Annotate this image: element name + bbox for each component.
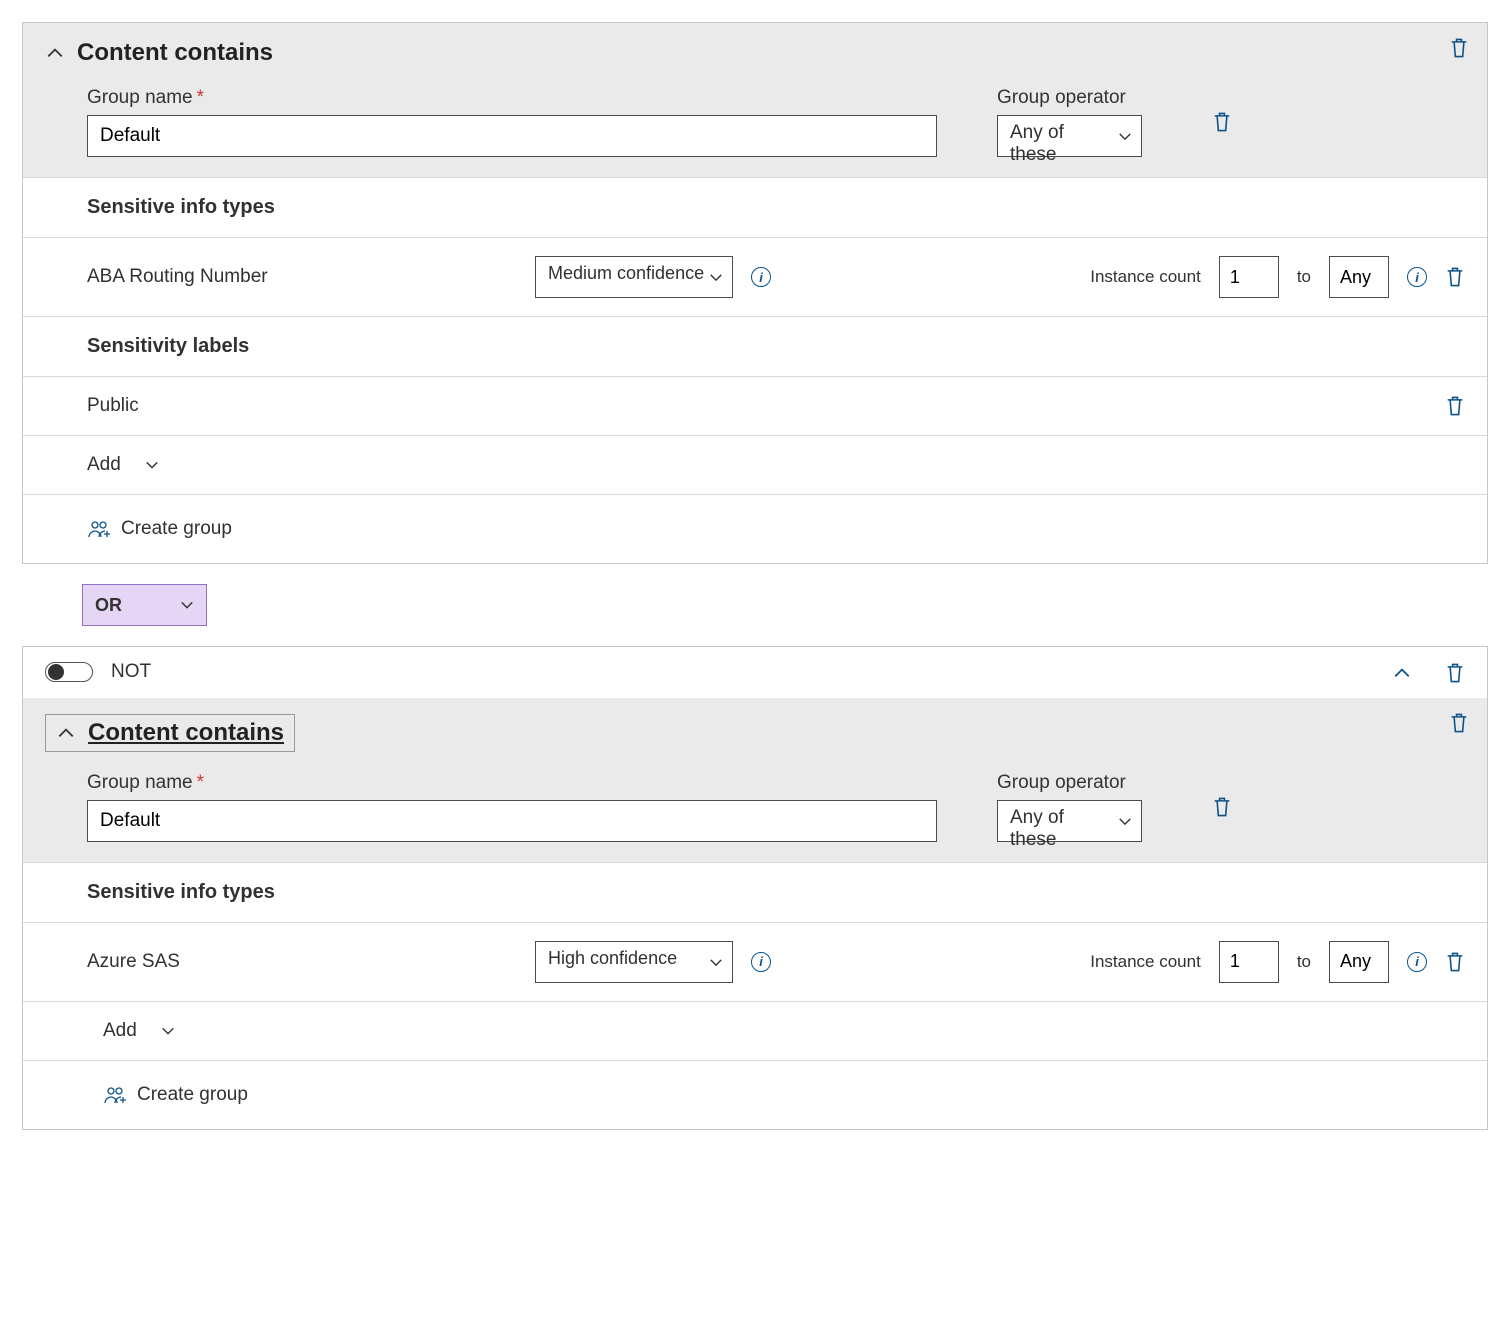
- instance-count-label: Instance count: [1090, 952, 1201, 972]
- add-label: Add: [103, 1020, 137, 1042]
- create-group-icon: [87, 517, 111, 541]
- condition-group-1: Content contains Group name* Group opera…: [22, 22, 1488, 564]
- group-operator-label: Group operator: [997, 772, 1142, 794]
- delete-row-icon[interactable]: [1445, 266, 1465, 288]
- sit-name: ABA Routing Number: [87, 266, 517, 288]
- delete-row-icon[interactable]: [1445, 395, 1465, 417]
- add-label: Add: [87, 454, 121, 476]
- group-name-label: Group name*: [87, 772, 937, 794]
- collapse-toggle[interactable]: [1393, 662, 1411, 683]
- not-row: NOT: [22, 646, 1488, 697]
- group-name-label: Group name*: [87, 87, 937, 109]
- group-name-field: Group name*: [87, 772, 937, 842]
- delete-group-icon[interactable]: [1449, 712, 1469, 734]
- confidence-select[interactable]: Medium confidence: [535, 256, 733, 298]
- delete-group-icon[interactable]: [1445, 661, 1465, 683]
- delete-subgroup-icon[interactable]: [1212, 111, 1232, 133]
- sens-header-label: Sensitivity labels: [87, 335, 249, 358]
- to-label: to: [1297, 267, 1311, 287]
- instance-count-label: Instance count: [1090, 267, 1201, 287]
- group1-header: Content contains Group name* Group opera…: [23, 23, 1487, 177]
- add-dropdown[interactable]: Add: [23, 1001, 1487, 1060]
- sens-header-row: Sensitivity labels: [23, 316, 1487, 376]
- instance-from-input[interactable]: [1219, 941, 1279, 983]
- group1-title: Content contains: [77, 39, 273, 67]
- create-group-label: Create group: [121, 518, 232, 540]
- instance-from-input[interactable]: [1219, 256, 1279, 298]
- create-group-button[interactable]: Create group: [23, 1060, 1487, 1129]
- create-group-icon: [103, 1083, 127, 1107]
- create-group-button[interactable]: Create group: [23, 494, 1487, 563]
- sit-header-row: Sensitive info types: [23, 177, 1487, 237]
- info-icon[interactable]: i: [751, 267, 771, 287]
- delete-subgroup-icon[interactable]: [1212, 795, 1232, 817]
- info-icon[interactable]: i: [1407, 267, 1427, 287]
- sens-label-name: Public: [87, 395, 517, 417]
- connector-label: OR: [95, 595, 122, 616]
- sit-row: ABA Routing Number Medium confidence i I…: [23, 237, 1487, 316]
- sit-row: Azure SAS High confidence i Instance cou…: [23, 922, 1487, 1001]
- sit-header-label: Sensitive info types: [87, 881, 275, 904]
- delete-row-icon[interactable]: [1445, 950, 1465, 972]
- chevron-down-icon: [180, 598, 194, 612]
- collapse-toggle[interactable]: [56, 723, 76, 743]
- info-icon[interactable]: i: [751, 952, 771, 972]
- chevron-down-icon: [161, 1024, 175, 1038]
- info-icon[interactable]: i: [1407, 952, 1427, 972]
- not-toggle[interactable]: [45, 662, 93, 682]
- add-dropdown[interactable]: Add: [23, 435, 1487, 494]
- not-label: NOT: [111, 661, 151, 683]
- logical-connector-select[interactable]: OR: [82, 584, 207, 626]
- sit-header-row: Sensitive info types: [23, 862, 1487, 922]
- group-operator-select[interactable]: Any of these: [997, 115, 1142, 157]
- group-name-input[interactable]: [87, 800, 937, 842]
- group-operator-select[interactable]: Any of these: [997, 800, 1142, 842]
- instance-to-input[interactable]: [1329, 256, 1389, 298]
- group2-title: Content contains: [88, 719, 284, 747]
- chevron-down-icon: [145, 458, 159, 472]
- group-operator-label: Group operator: [997, 87, 1142, 109]
- confidence-select[interactable]: High confidence: [535, 941, 733, 983]
- group-operator-field: Group operator Any of these: [997, 772, 1142, 842]
- group2-header: Content contains Group name* Group opera…: [23, 698, 1487, 862]
- delete-group-icon[interactable]: [1449, 37, 1469, 59]
- sit-header-label: Sensitive info types: [87, 196, 275, 219]
- group-name-field: Group name*: [87, 87, 937, 157]
- instance-to-input[interactable]: [1329, 941, 1389, 983]
- to-label: to: [1297, 952, 1311, 972]
- condition-group-2: Content contains Group name* Group opera…: [22, 698, 1488, 1130]
- group-operator-field: Group operator Any of these: [997, 87, 1142, 157]
- group-name-input[interactable]: [87, 115, 937, 157]
- sens-row: Public: [23, 376, 1487, 435]
- sit-name: Azure SAS: [87, 951, 517, 973]
- create-group-label: Create group: [137, 1084, 248, 1106]
- collapse-toggle[interactable]: [45, 43, 65, 63]
